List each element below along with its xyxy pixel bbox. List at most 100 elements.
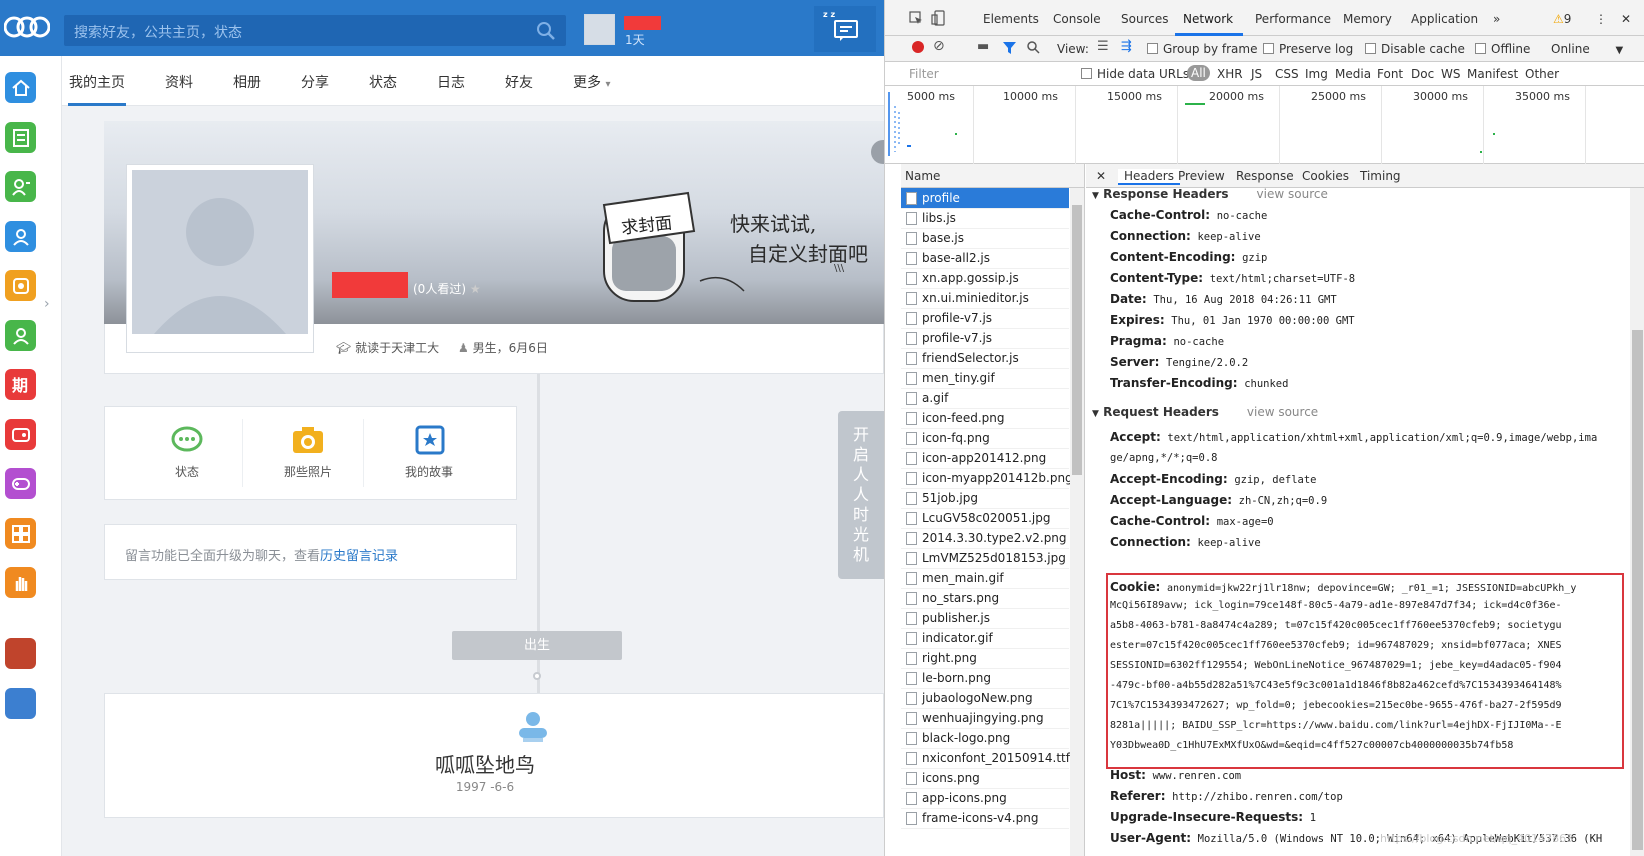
tab-headers[interactable]: Headers (1118, 169, 1180, 185)
close-devtools-icon[interactable]: ✕ (1621, 12, 1631, 26)
disable-cache-checkbox[interactable] (1365, 43, 1376, 54)
tab-friends[interactable]: 好友 (505, 72, 533, 92)
search-icon[interactable] (536, 21, 556, 41)
request-row[interactable]: xn.ui.minieditor.js (901, 288, 1069, 309)
tab-console[interactable]: Console (1053, 12, 1101, 26)
request-row[interactable]: nxiconfont_20150914.ttf (901, 748, 1070, 769)
detail-scroll-thumb[interactable] (1632, 330, 1643, 850)
filter-media[interactable]: Media (1335, 67, 1371, 81)
request-row[interactable]: right.png (901, 648, 1069, 669)
tab-blog[interactable]: 日志 (437, 72, 465, 92)
history-messages-link[interactable]: 历史留言记录 (320, 549, 398, 564)
tab-performance[interactable]: Performance (1255, 12, 1331, 26)
request-row[interactable]: men_main.gif (901, 568, 1069, 589)
request-row[interactable]: base-all2.js (901, 248, 1069, 269)
devtools-menu-icon[interactable]: ⋮ (1595, 12, 1607, 26)
request-row[interactable]: app-icons.png (901, 788, 1069, 809)
request-row[interactable]: publisher.js (901, 608, 1069, 629)
request-row[interactable]: men_tiny.gif (901, 368, 1069, 389)
rail-game-icon[interactable] (5, 419, 36, 450)
rail-expand-icon[interactable]: › (44, 296, 50, 312)
group-by-frame-checkbox[interactable] (1147, 43, 1158, 54)
request-row[interactable]: LcuGV58c020051.jpg (901, 508, 1069, 529)
request-row[interactable]: 2014.3.30.type2.v2.png (901, 528, 1069, 549)
request-row[interactable]: profile-v7.js (901, 328, 1069, 349)
request-row[interactable]: icon-myapp201412b.png (901, 468, 1073, 489)
tab-response[interactable]: Response (1236, 169, 1294, 183)
inspect-element-icon[interactable] (909, 11, 923, 25)
rail-feed-icon[interactable] (5, 122, 36, 153)
tab-preview[interactable]: Preview (1178, 169, 1225, 183)
filter-css[interactable]: CSS (1275, 67, 1299, 81)
request-row[interactable]: black-logo.png (901, 728, 1069, 749)
preserve-log-checkbox[interactable] (1263, 43, 1274, 54)
record-icon[interactable] (912, 41, 924, 53)
filter-js[interactable]: JS (1251, 67, 1262, 81)
throttle-select[interactable]: Online ▼ (1551, 42, 1623, 56)
user-avatar[interactable] (584, 14, 615, 45)
request-row[interactable]: profile-v7.js (901, 308, 1069, 329)
renren-logo-icon[interactable] (4, 12, 50, 42)
preserve-log[interactable]: Preserve log (1263, 42, 1353, 56)
tab-network[interactable]: Network (1183, 12, 1233, 26)
disable-cache[interactable]: Disable cache (1365, 42, 1465, 56)
request-row[interactable]: icon-feed.png (901, 408, 1069, 429)
request-row[interactable]: friendSelector.js (901, 348, 1069, 369)
search-icon[interactable] (1027, 41, 1040, 54)
request-row[interactable]: libs.js (901, 208, 1069, 229)
cover-prompt-line2[interactable]: 自定义封面吧 (748, 238, 868, 267)
tab-info[interactable]: 资料 (165, 72, 193, 92)
filter-input[interactable]: Filter (909, 67, 939, 81)
rail-game-thumb-1[interactable] (5, 638, 36, 669)
rail-hand-icon[interactable] (5, 567, 36, 598)
tab-status[interactable]: 状态 (369, 72, 397, 92)
filter-img[interactable]: Img (1305, 67, 1328, 81)
request-row[interactable]: LmVMZ525d018153.jpg (901, 548, 1069, 569)
request-row[interactable]: le-born.png (901, 668, 1069, 689)
profile-photo[interactable] (126, 164, 314, 353)
rail-people-icon[interactable] (5, 320, 36, 351)
tab-sources[interactable]: Sources (1121, 12, 1168, 26)
filter-doc[interactable]: Doc (1411, 67, 1434, 81)
shortcut-story[interactable]: 我的故事 (399, 425, 459, 479)
tab-application[interactable]: Application (1411, 12, 1478, 26)
response-view-source-link[interactable]: view source (1257, 188, 1328, 201)
hide-data-urls[interactable]: Hide data URLs (1081, 67, 1189, 81)
warnings-counter[interactable]: ⚠9 (1553, 12, 1571, 26)
shortcut-photos[interactable]: 那些照片 (278, 425, 338, 479)
request-list-scroll-thumb[interactable] (1072, 205, 1082, 475)
tab-memory[interactable]: Memory (1343, 12, 1392, 26)
rail-profile-icon[interactable] (5, 171, 36, 202)
filter-font[interactable]: Font (1377, 67, 1403, 81)
filter-xhr[interactable]: XHR (1217, 67, 1243, 81)
search-box[interactable]: 搜索好友，公共主页，状态 (64, 15, 566, 46)
request-row[interactable]: icon-fq.png (901, 428, 1069, 449)
time-machine-button[interactable]: 开启人人时光机 (838, 411, 884, 579)
rail-app-icon[interactable] (5, 270, 36, 301)
request-row[interactable]: indicator.gif (901, 628, 1069, 649)
tab-more[interactable]: 更多 ▾ (573, 72, 610, 92)
filter-funnel-icon[interactable] (1003, 42, 1016, 54)
tab-elements[interactable]: Elements (983, 12, 1039, 26)
request-row[interactable]: a.gif (901, 388, 1069, 409)
filter-all[interactable]: All (1187, 65, 1210, 81)
large-rows-icon[interactable]: ☰ (1097, 39, 1109, 54)
screenshot-camera-icon[interactable]: ▬ (977, 39, 989, 54)
tab-share[interactable]: 分享 (301, 72, 329, 92)
rail-gamepad-icon[interactable] (5, 468, 36, 499)
request-row[interactable]: wenhuajingying.png (901, 708, 1069, 729)
device-toolbar-icon[interactable] (931, 10, 945, 26)
rail-apps-icon[interactable] (5, 518, 36, 549)
clear-icon[interactable]: ⊘ (933, 38, 945, 54)
tab-home[interactable]: 我的主页 (69, 72, 125, 92)
request-headers-section[interactable]: ▼ Request Headers view source (1092, 405, 1318, 419)
rail-period-icon[interactable]: 期 (5, 369, 36, 400)
request-row[interactable]: icon-app201412.png (901, 448, 1069, 469)
close-detail-icon[interactable]: ✕ (1096, 169, 1106, 183)
more-tabs-icon[interactable]: » (1493, 12, 1500, 26)
request-view-source-link[interactable]: view source (1247, 405, 1318, 419)
request-row[interactable]: frame-icons-v4.png (901, 808, 1069, 829)
cover-prompt-line1[interactable]: 快来试试, (730, 208, 816, 237)
request-row[interactable]: profile (901, 188, 1069, 209)
request-row[interactable]: base.js (901, 228, 1069, 249)
